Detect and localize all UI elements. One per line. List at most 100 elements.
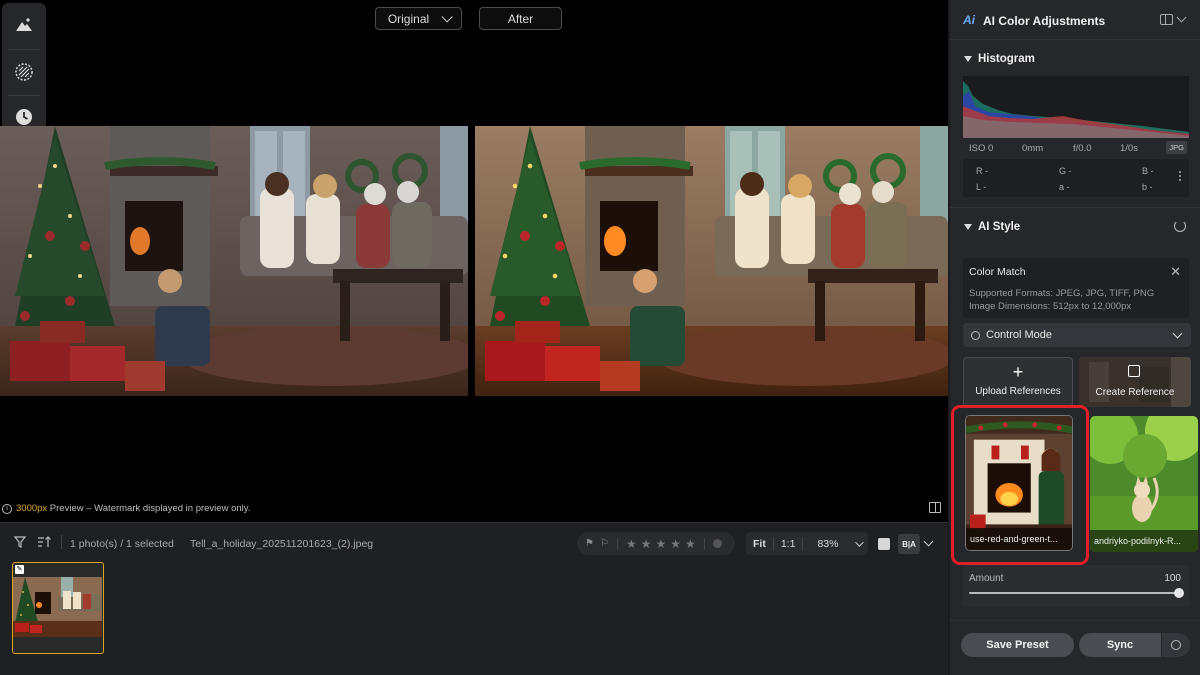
exif-focal-length: 0mm <box>1022 142 1044 154</box>
amount-label: Amount <box>969 573 1004 584</box>
star-icon[interactable]: ★ <box>641 537 652 551</box>
filmstrip-toolbar: 1 photo(s) / 1 selected Tell_a_holiday_2… <box>0 523 948 559</box>
star-rating[interactable]: ★ ★ ★ ★ ★ <box>624 537 698 551</box>
color-readout: R - G - B - L - a - b - <box>963 159 1189 197</box>
control-mode-dropdown[interactable]: Control Mode <box>963 323 1191 347</box>
create-reference-icon <box>1128 365 1140 377</box>
panel-title: AI Color Adjustments <box>983 14 1106 28</box>
histogram <box>963 76 1189 138</box>
chevron-down-icon[interactable] <box>923 536 934 547</box>
preview-watermark-text: Preview – Watermark displayed in preview… <box>47 503 251 514</box>
readout-a: a - <box>1059 182 1070 192</box>
exif-aperture: f/0.0 <box>1073 142 1092 154</box>
chevron-down-icon <box>1172 328 1183 339</box>
plus-icon: + <box>1012 362 1024 382</box>
color-match-title: Color Match <box>969 266 1026 278</box>
rating-bar: ⚑ ⚐ ★ ★ ★ ★ ★ <box>577 532 735 555</box>
mountain-icon <box>16 18 32 31</box>
exif-iso: ISO 0 <box>969 142 994 154</box>
photo-viewer: Original After i 3000px Preview – Waterm… <box>0 0 948 522</box>
chevron-down-icon <box>441 10 453 23</box>
image-dimensions: Image Dimensions: 512px to 12,000px <box>969 301 1132 312</box>
histogram-section-toggle[interactable]: Histogram <box>964 53 1035 65</box>
edited-badge-icon: ✎ <box>15 565 24 574</box>
control-mode-icon <box>971 330 980 340</box>
zoom-controls: Fit 1:1 83% <box>746 532 869 555</box>
selected-reference-highlight: use-red-and-green-t... <box>951 405 1089 565</box>
reference-card-1[interactable]: use-red-and-green-t... <box>965 415 1073 551</box>
collapse-triangle-icon <box>964 56 972 62</box>
before-after-button[interactable]: B|A <box>898 534 920 554</box>
exif-info: ISO 0 0mm f/0.0 1/0s JPG <box>963 140 1189 156</box>
current-filename: Tell_a_holiday_202511201623_(2).jpeg <box>190 538 374 550</box>
readout-g: G - <box>1059 166 1072 176</box>
preview-resolution: 3000px <box>16 503 48 514</box>
more-options-icon[interactable] <box>1179 171 1182 185</box>
split-view-icon[interactable] <box>929 502 941 513</box>
zoom-level-dropdown[interactable]: 83% <box>803 538 868 550</box>
histogram-title: Histogram <box>978 53 1035 65</box>
close-icon[interactable]: ✕ <box>1170 264 1181 280</box>
sort-icon[interactable] <box>37 536 51 548</box>
amount-slider[interactable] <box>969 588 1184 598</box>
star-icon[interactable]: ★ <box>670 537 681 551</box>
reject-flag-icon[interactable]: ⚐ <box>600 538 609 549</box>
amount-control: Amount 100 <box>963 565 1189 607</box>
amount-value: 100 <box>1164 573 1181 584</box>
chevron-down-icon[interactable] <box>1176 12 1187 23</box>
readout-l: L - <box>976 182 987 192</box>
reference-card-2[interactable]: andriyko-podilnyk-R... <box>1090 416 1198 552</box>
ai-logo-icon: Ai <box>963 13 975 27</box>
create-reference-label: Create Reference <box>1095 387 1175 398</box>
create-reference-button[interactable]: Create Reference <box>1079 357 1191 407</box>
color-match-card: Color Match ✕ Supported Formats: JPEG, J… <box>963 258 1189 318</box>
filter-icon[interactable] <box>14 536 26 548</box>
exif-shutter: 1/0s <box>1120 142 1138 154</box>
save-preset-button[interactable]: Save Preset <box>961 633 1074 657</box>
upload-references-button[interactable]: + Upload References <box>963 357 1073 407</box>
chevron-down-icon <box>855 537 865 547</box>
original-photo <box>0 126 468 396</box>
readout-r: R - <box>976 166 988 176</box>
star-icon[interactable]: ★ <box>626 537 637 551</box>
color-label-dot[interactable] <box>712 539 722 548</box>
amount-slider-fill <box>969 592 1179 594</box>
sync-settings-gear-icon[interactable] <box>1162 633 1190 657</box>
clock-icon <box>16 109 32 125</box>
single-view-icon[interactable] <box>878 538 890 550</box>
reset-icon[interactable] <box>1174 220 1186 232</box>
control-mode-label: Control Mode <box>986 329 1053 341</box>
original-view-dropdown[interactable]: Original <box>375 7 462 30</box>
format-badge: JPG <box>1166 141 1187 154</box>
sync-button[interactable]: Sync <box>1079 633 1161 657</box>
reference-label: use-red-and-green-t... <box>966 528 1072 550</box>
readout-b: B - <box>1142 166 1154 176</box>
original-view-label: Original <box>387 11 430 26</box>
landscape-tool-button[interactable] <box>8 9 40 41</box>
grain-circle-icon <box>15 63 33 81</box>
filmstrip-thumbnail[interactable]: ✎ <box>12 562 104 654</box>
ai-style-title: AI Style <box>978 221 1021 233</box>
adjustments-panel: Ai AI Color Adjustments Histogram ISO 0 … <box>950 0 1200 675</box>
zoom-fit-button[interactable]: Fit <box>746 538 773 550</box>
info-icon: i <box>2 503 12 514</box>
preview-note: i 3000px Preview – Watermark displayed i… <box>2 503 250 514</box>
tool-strip <box>2 3 46 137</box>
supported-formats: Supported Formats: JPEG, JPG, TIFF, PNG <box>969 288 1155 299</box>
reference-label: andriyko-podilnyk-R... <box>1090 530 1198 552</box>
amount-slider-handle[interactable] <box>1174 588 1184 598</box>
after-photo <box>475 126 948 396</box>
zoom-level-value: 83% <box>817 537 839 550</box>
zoom-1to1-button[interactable]: 1:1 <box>774 538 803 550</box>
panel-layout-icon[interactable] <box>1160 14 1173 25</box>
panel-header: Ai AI Color Adjustments <box>950 0 1200 40</box>
star-icon[interactable]: ★ <box>655 537 666 551</box>
ai-style-section-toggle[interactable]: AI Style <box>964 221 1020 233</box>
after-view-button[interactable]: After <box>479 7 562 30</box>
filmstrip: 1 photo(s) / 1 selected Tell_a_holiday_2… <box>0 522 948 675</box>
star-icon[interactable]: ★ <box>685 537 696 551</box>
after-view-label: After <box>507 11 534 26</box>
readout-b-lab: b - <box>1142 182 1153 192</box>
flag-icon[interactable]: ⚑ <box>585 538 594 549</box>
texture-tool-button[interactable] <box>8 56 40 88</box>
